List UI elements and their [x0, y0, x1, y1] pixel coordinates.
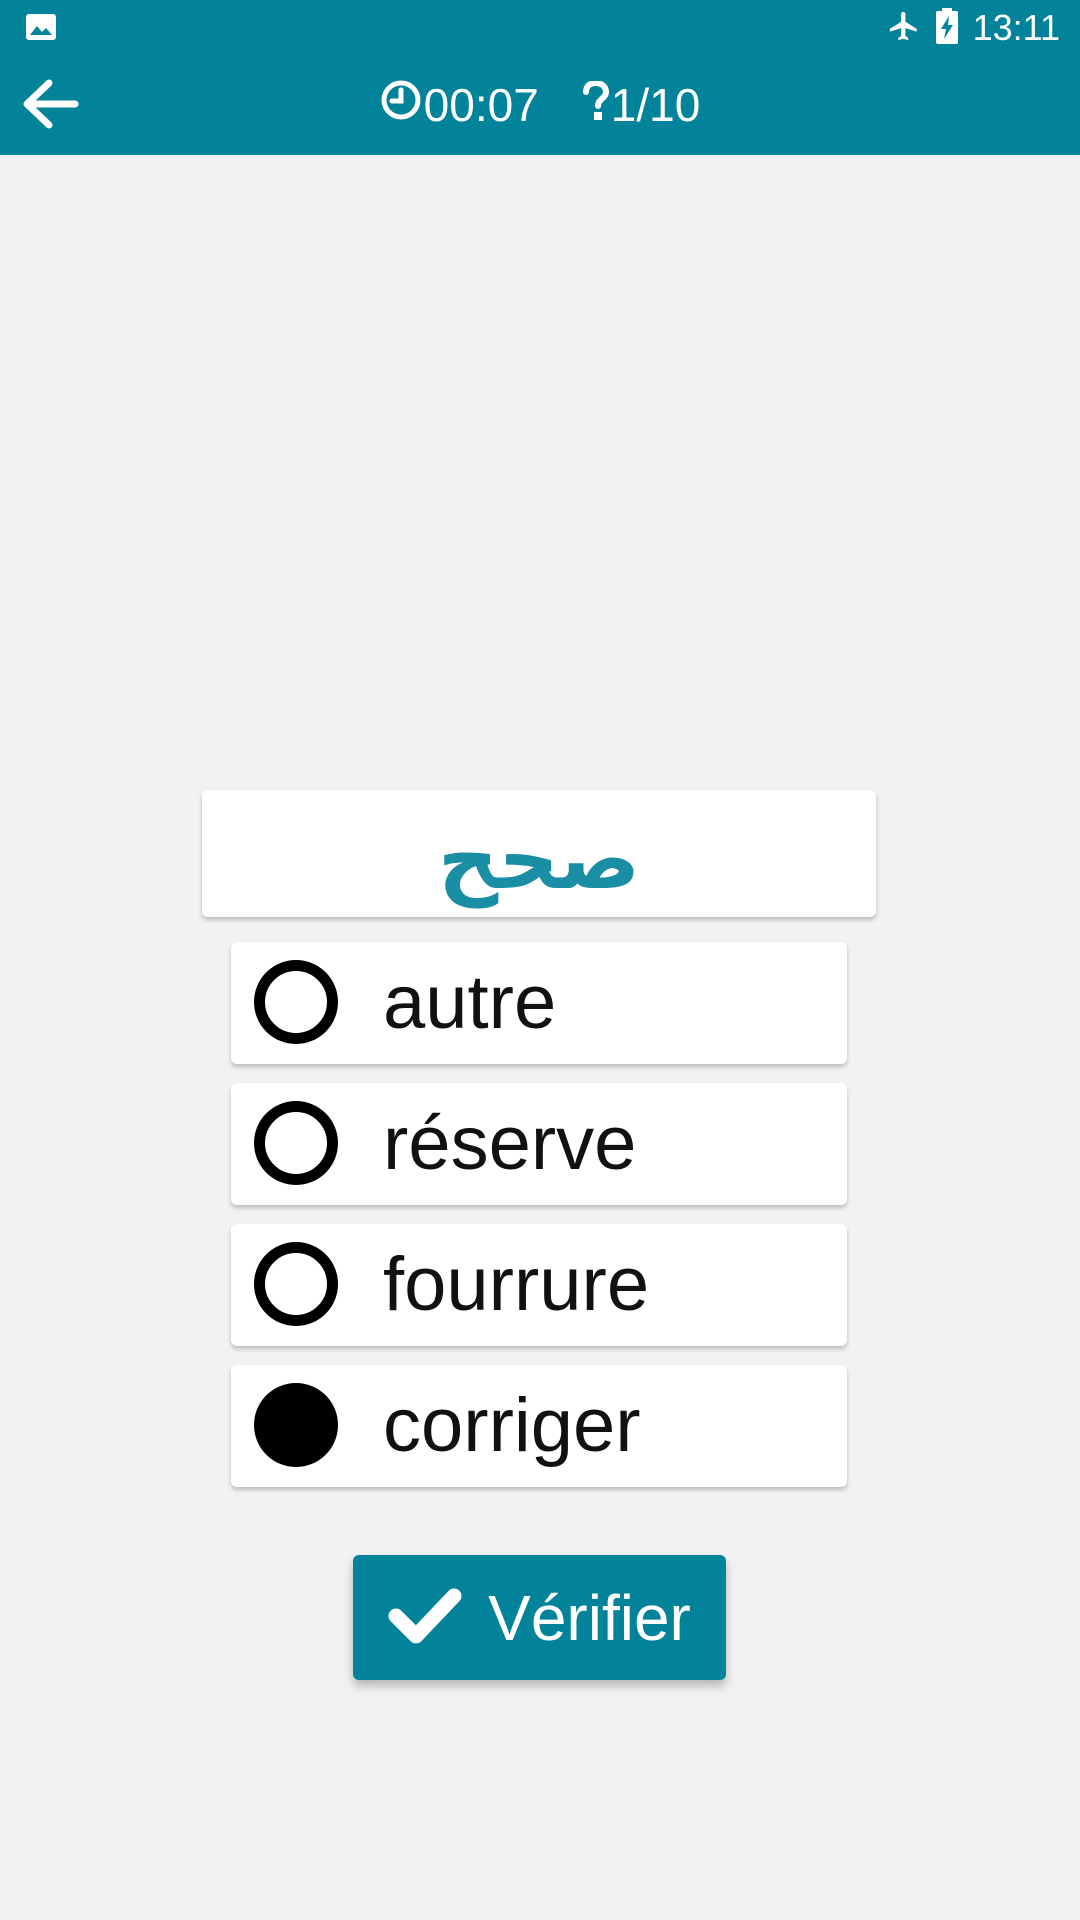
question-progress: 1/10 [582, 78, 701, 132]
option-fourrure[interactable]: fourrure [231, 1224, 847, 1346]
app-bar: 00:07 1/10 [0, 54, 1080, 155]
status-icons: 13:11 [887, 5, 1060, 51]
airplane-mode-icon [887, 9, 921, 48]
clock-icon [380, 78, 422, 132]
option-label: fourrure [383, 1242, 650, 1327]
timer: 00:07 [380, 78, 539, 132]
battery-charging-icon [935, 7, 959, 49]
check-icon [388, 1586, 462, 1649]
top-bar: 13:11 00:07 1/10 [0, 0, 1080, 155]
verify-label: Vérifier [488, 1581, 691, 1654]
radio-button[interactable] [254, 960, 338, 1044]
status-bar: 13:11 [0, 0, 1080, 54]
option-label: réserve [383, 1101, 637, 1186]
question-mark-icon [582, 78, 609, 132]
option-reserve[interactable]: réserve [231, 1083, 847, 1205]
status-time: 13:11 [972, 7, 1060, 48]
option-autre[interactable]: autre [231, 942, 847, 1064]
radio-button-selected[interactable] [254, 1383, 338, 1467]
question-card: صحح [202, 790, 876, 917]
timer-value: 00:07 [423, 78, 539, 131]
option-label: corriger [383, 1383, 641, 1468]
image-icon [26, 14, 56, 40]
option-label: autre [383, 960, 557, 1045]
option-corriger[interactable]: corriger [231, 1365, 847, 1487]
progress-value: 1/10 [610, 78, 701, 131]
radio-button[interactable] [254, 1242, 338, 1326]
quiz-status: 00:07 1/10 [0, 54, 1080, 155]
verify-button[interactable]: Vérifier [353, 1555, 726, 1680]
question-word: صحح [437, 809, 641, 908]
radio-button[interactable] [254, 1101, 338, 1185]
